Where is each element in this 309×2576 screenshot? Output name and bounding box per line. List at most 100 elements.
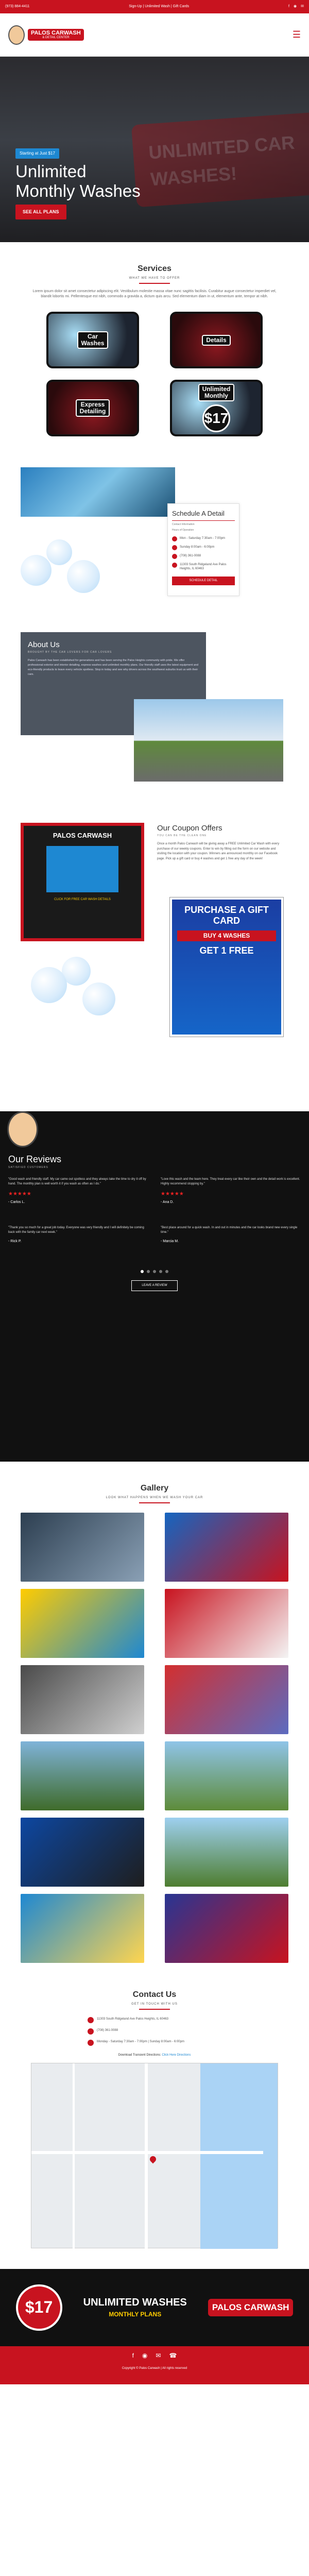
- reviewer-name: - Ana D.: [161, 1200, 174, 1204]
- gallery-image[interactable]: [165, 1665, 288, 1735]
- coupon-card-free-wash[interactable]: PALOS CARWASH CLICK FOR FREE CAR WASH DE…: [21, 823, 144, 942]
- site-logo[interactable]: PALOS CARWASH & DETAIL CENTER: [8, 25, 84, 45]
- carousel-dot[interactable]: [141, 1270, 144, 1274]
- coupons-text: Our Coupon Offers YOU CAN BE THE CLEAN O…: [157, 823, 286, 861]
- hours-label: Hours of Operation: [172, 529, 194, 532]
- coupon-brand: PALOS CARWASH: [53, 832, 112, 840]
- mascot-icon: [7, 1111, 38, 1148]
- facebook-icon[interactable]: f: [288, 4, 289, 9]
- email-icon[interactable]: ✉: [156, 2351, 161, 2360]
- buy-four-offer: BUY 4 WASHES: [177, 930, 276, 942]
- gallery-subtitle: LOOK WHAT HAPPENS WHEN WE WASH YOUR CAR: [106, 1496, 203, 1500]
- phone-link[interactable]: (973) 884-4411: [5, 4, 29, 9]
- reviews-title: Our Reviews: [8, 1154, 62, 1165]
- service-label: Car: [87, 332, 98, 340]
- service-details[interactable]: Details: [170, 312, 263, 369]
- reviewer-name: - Carlos L.: [8, 1200, 25, 1204]
- schedule-card: Schedule A Detail Contact Information Ho…: [167, 503, 239, 597]
- leave-review-button[interactable]: LEAVE A REVIEW: [131, 1280, 178, 1291]
- clock-icon: [172, 536, 177, 541]
- contact-hours: Monday - Saturday 7:30am - 7:00pm | Sund…: [97, 2040, 184, 2043]
- site-footer: f ◉ ✉ ☎ Copyright © Palos Carwash | All …: [0, 2346, 309, 2384]
- location-icon: [88, 2016, 94, 2023]
- hero-title-line2: Monthly Washes: [15, 181, 141, 200]
- map-pin-icon: [148, 2155, 158, 2164]
- review-card: "Best place around for a quick wash. In …: [161, 1226, 301, 1244]
- gallery-image[interactable]: [21, 1818, 144, 1887]
- review-text: "Thank you so much for a great job today…: [8, 1226, 144, 1234]
- service-price: $17: [202, 404, 230, 433]
- email-icon[interactable]: ✉: [301, 4, 304, 9]
- gallery-image[interactable]: [21, 1894, 144, 1963]
- facebook-icon[interactable]: f: [132, 2351, 134, 2360]
- services-body: Lorem ipsum dolor sit amet consectetur a…: [32, 289, 277, 299]
- gallery-image[interactable]: [165, 1818, 288, 1887]
- review-text: "Best place around for a quick wash. In …: [161, 1226, 298, 1234]
- about-body: Palos Carwash has been established for g…: [28, 659, 198, 676]
- gallery-image[interactable]: [165, 1513, 288, 1582]
- phone-icon: [88, 2028, 94, 2035]
- see-plans-button[interactable]: SEE ALL PLANS: [15, 205, 66, 220]
- review-card: "Good wash and friendly staff. My car ca…: [8, 1177, 148, 1205]
- carousel-dot[interactable]: [147, 1270, 150, 1274]
- banner-price: $17: [15, 2284, 62, 2331]
- clock-icon: [88, 2039, 94, 2046]
- review-card: "Love this wash and the team here. They …: [161, 1177, 301, 1205]
- gallery-image[interactable]: [165, 1894, 288, 1963]
- gallery-image[interactable]: [165, 1741, 288, 1811]
- services-subtitle: WHAT WE HAVE TO OFFER: [129, 277, 180, 280]
- service-label: Unlimited: [202, 385, 231, 393]
- divider: [139, 282, 170, 284]
- gallery-image[interactable]: [21, 1741, 144, 1811]
- schedule-label: Contact Information: [172, 523, 195, 526]
- schedule-address: 11303 South Ridgeland Ave Palos Heights,…: [180, 563, 227, 571]
- coupon-card-gift[interactable]: PURCHASE A GIFT CARD BUY 4 WASHES GET 1 …: [169, 897, 284, 1038]
- schedule-phone[interactable]: (708) 361-0088: [180, 554, 201, 559]
- review-text: "Love this wash and the team here. They …: [161, 1177, 300, 1186]
- clock-icon: [172, 545, 177, 550]
- service-label: Monthly: [204, 392, 228, 400]
- map-embed[interactable]: [31, 2062, 278, 2249]
- top-links[interactable]: Sign-Up | Unlimited Wash | Gift Cards: [129, 4, 189, 9]
- top-bar: (973) 884-4411 Sign-Up | Unlimited Wash …: [0, 0, 309, 13]
- coupons-title: Our Coupon Offers: [157, 824, 222, 833]
- menu-icon[interactable]: ☰: [293, 28, 301, 41]
- gallery-title: Gallery: [140, 1484, 169, 1493]
- services-section: Services WHAT WE HAVE TO OFFER Lorem ips…: [0, 242, 309, 447]
- hero-title: Unlimited Monthly Washes: [15, 162, 141, 201]
- carousel-dot[interactable]: [165, 1270, 168, 1274]
- coupons-body: Once a month Palos Carwash will be givin…: [157, 842, 280, 860]
- bubbles-decoration: [31, 957, 118, 1024]
- service-unlimited-monthly[interactable]: Unlimited Monthly $17: [170, 380, 263, 437]
- about-section: About Us BROUGHT BY THE CAR LOVERS FOR C…: [0, 622, 309, 792]
- contact-address: 11303 South Ridgeland Ave Palos Heights,…: [97, 2017, 168, 2021]
- instagram-icon[interactable]: ◉: [294, 4, 297, 9]
- carousel-dot[interactable]: [159, 1270, 162, 1274]
- gallery-image[interactable]: [21, 1513, 144, 1582]
- map-water: [200, 2063, 278, 2249]
- contact-phone[interactable]: (708) 361-0088: [97, 2028, 118, 2035]
- schedule-section: Schedule A Detail Contact Information Ho…: [0, 467, 309, 622]
- storefront-photo: [134, 699, 283, 782]
- gallery-image[interactable]: [165, 1589, 288, 1658]
- gallery-image[interactable]: [21, 1589, 144, 1658]
- banner-main: UNLIMITED WASHES: [83, 2297, 187, 2309]
- carousel-dot[interactable]: [153, 1270, 156, 1274]
- star-rating: ★★★★★: [8, 1191, 31, 1197]
- star-rating: ★★★★★: [161, 1191, 184, 1197]
- gift-card-offer: PURCHASE A GIFT CARD: [184, 905, 269, 926]
- directions-link[interactable]: Click Here Directions: [162, 2054, 191, 2057]
- coupons-subtitle: YOU CAN BE THE CLEAN ONE: [157, 834, 207, 837]
- instagram-icon[interactable]: ◉: [142, 2351, 147, 2360]
- schedule-title: Schedule A Detail: [172, 509, 235, 521]
- phone-icon[interactable]: ☎: [169, 2351, 177, 2360]
- service-label: Express: [80, 400, 105, 408]
- hero: UNLIMITED CAR WASHES! Starting at Just $…: [0, 57, 309, 242]
- schedule-detail-button[interactable]: SCHEDULE DETAIL: [172, 576, 235, 585]
- gallery-image[interactable]: [21, 1665, 144, 1735]
- service-express-detailing[interactable]: Express Detailing: [46, 380, 139, 437]
- hero-badge: Starting at Just $17: [15, 148, 59, 159]
- divider: [139, 2008, 170, 2010]
- sunday-hours: Sunday 8:00am - 6:00pm: [180, 545, 215, 549]
- service-car-washes[interactable]: Car Washes: [46, 312, 139, 369]
